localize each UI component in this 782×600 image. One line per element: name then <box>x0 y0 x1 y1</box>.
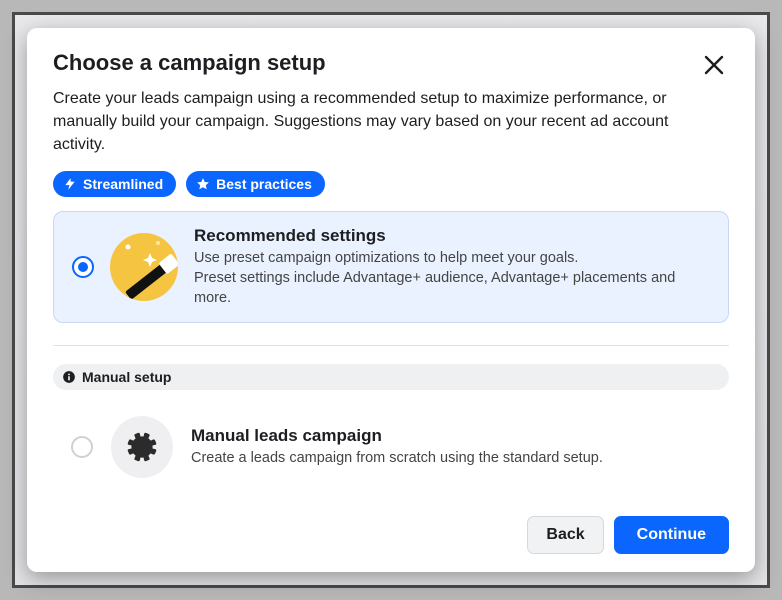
tag-manual-setup: Manual setup <box>53 364 729 390</box>
continue-button[interactable]: Continue <box>614 516 729 554</box>
gear-icon <box>125 430 159 464</box>
radio-recommended[interactable] <box>72 256 94 278</box>
magic-wand-illustration <box>110 233 178 301</box>
modal-header: Choose a campaign setup <box>53 50 729 85</box>
option-recommended-desc1: Use preset campaign optimizations to hel… <box>194 248 710 268</box>
modal-description: Create your leads campaign using a recom… <box>53 87 713 157</box>
modal-title: Choose a campaign setup <box>53 50 326 76</box>
tag-manual-setup-label: Manual setup <box>82 369 171 385</box>
campaign-setup-modal: Choose a campaign setup Create your lead… <box>27 28 755 572</box>
badge-best-practices: Best practices <box>186 171 325 197</box>
star-icon <box>196 177 210 191</box>
info-icon <box>62 370 76 384</box>
badge-row: Streamlined Best practices <box>53 171 729 197</box>
badge-best-practices-label: Best practices <box>216 176 312 192</box>
divider <box>53 345 729 346</box>
option-recommended[interactable]: Recommended settings Use preset campaign… <box>53 211 729 324</box>
gear-illustration <box>111 416 173 478</box>
badge-streamlined-label: Streamlined <box>83 176 163 192</box>
close-icon <box>703 54 725 76</box>
option-recommended-desc2: Preset settings include Advantage+ audie… <box>194 268 710 309</box>
close-button[interactable] <box>699 50 729 85</box>
lightning-icon <box>63 177 77 191</box>
option-manual[interactable]: Manual leads campaign Create a leads cam… <box>53 406 729 488</box>
modal-footer: Back Continue <box>53 502 729 554</box>
option-manual-desc: Create a leads campaign from scratch usi… <box>191 448 711 468</box>
radio-manual[interactable] <box>71 436 93 458</box>
badge-streamlined: Streamlined <box>53 171 176 197</box>
option-recommended-title: Recommended settings <box>194 226 710 246</box>
option-manual-title: Manual leads campaign <box>191 426 711 446</box>
back-button[interactable]: Back <box>527 516 603 554</box>
